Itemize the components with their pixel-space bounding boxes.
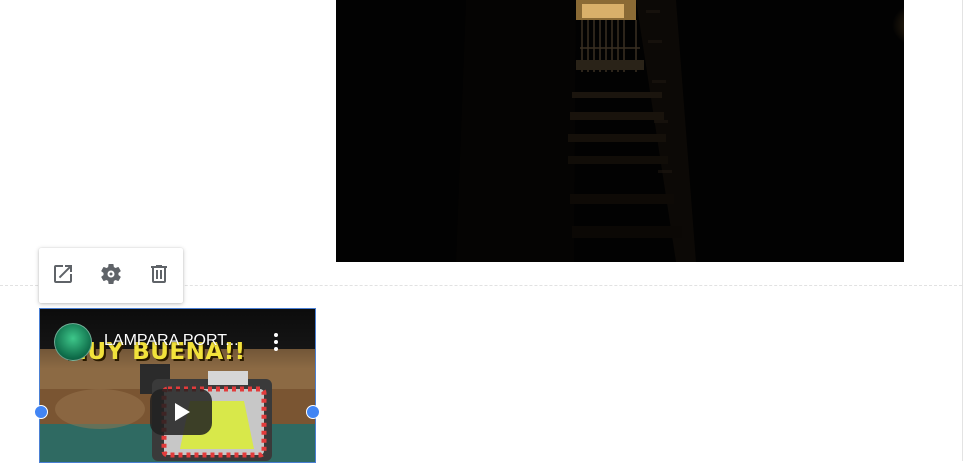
video-embed-block[interactable]: MUY BUENA!! LAMPARA PORT...: [39, 308, 316, 463]
resize-handle-right[interactable]: [306, 405, 320, 419]
page-edge-rule: [962, 0, 963, 461]
block-toolbar: [39, 248, 183, 303]
play-button[interactable]: [150, 389, 212, 435]
resize-handle-left[interactable]: [34, 405, 48, 419]
image-block[interactable]: [336, 0, 904, 262]
open-in-new-icon: [54, 265, 72, 283]
settings-gear-icon: [101, 263, 121, 284]
open-in-new-button[interactable]: [51, 262, 75, 286]
trash-icon: [151, 265, 167, 283]
kebab-menu-icon[interactable]: [272, 333, 280, 353]
alley-photo: [456, 0, 696, 262]
channel-avatar[interactable]: [54, 323, 92, 361]
delete-button[interactable]: [147, 262, 171, 286]
play-icon: [175, 403, 190, 421]
settings-button[interactable]: [99, 262, 123, 286]
video-title[interactable]: LAMPARA PORT...: [104, 332, 264, 350]
